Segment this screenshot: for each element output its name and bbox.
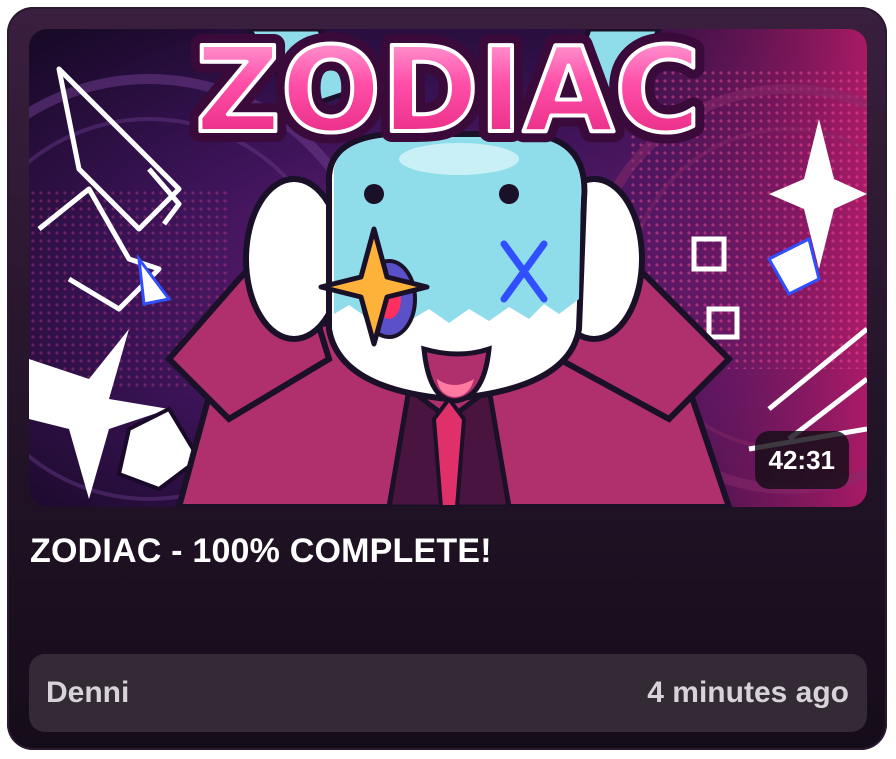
author-name[interactable]: Denni [46,654,129,732]
video-meta-bar: Denni 4 minutes ago [29,654,867,732]
video-thumbnail[interactable]: ZODIAC ZODIAC 42:31 [29,29,867,507]
posted-time: 4 minutes ago [647,676,849,709]
video-title[interactable]: ZODIAC - 100% COMPLETE! [30,532,492,571]
thumbnail-logo: ZODIAC ZODIAC [184,29,712,170]
duration-badge: 42:31 [754,431,849,489]
video-card[interactable]: ZODIAC ZODIAC 42:31 ZODIAC - 100% COMPLE… [7,7,887,750]
svg-text:ZODIAC: ZODIAC [195,29,701,159]
thumbnail-illustration: ZODIAC ZODIAC [29,29,867,507]
